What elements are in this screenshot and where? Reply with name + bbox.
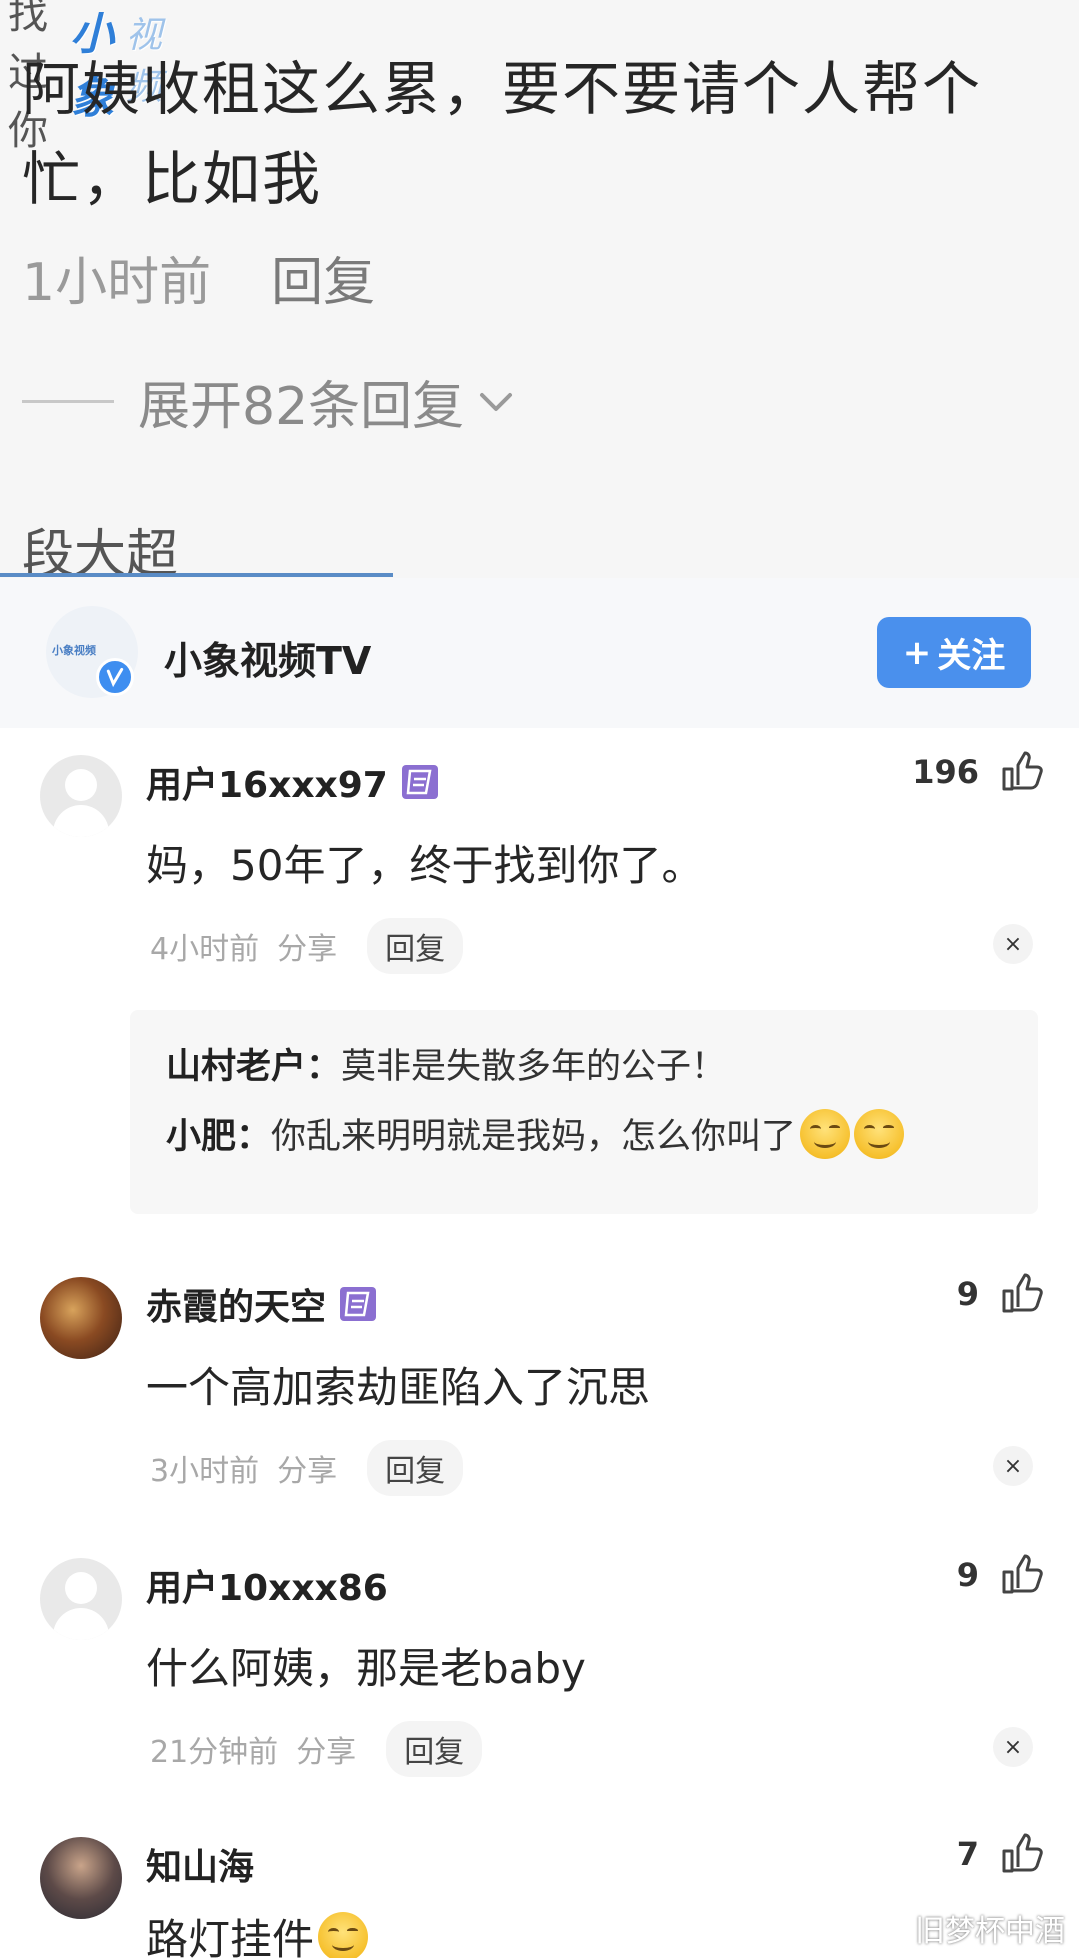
username: 赤霞的天空 xyxy=(146,1287,327,1328)
share-link[interactable]: 分享 xyxy=(296,1727,356,1771)
follow-label: 关注 xyxy=(937,636,1006,676)
reply-item: 山村老户： 莫非是失散多年的公子！ xyxy=(166,1038,726,1089)
comment-item: 赤霞的天空 9 一个高加索劫匪陷入了沉思 3小时前 分享 回复 × xyxy=(0,1262,1079,1502)
username: 知山海 xyxy=(146,1847,255,1888)
comment-text: 什么阿姨，那是老baby xyxy=(146,1644,586,1693)
reply-link[interactable]: 回复 xyxy=(271,240,375,315)
reply-author: 山村老户： xyxy=(166,1047,342,1087)
comment-text: 阿姨收租这么累，要不要请个人帮个忙，比如我 xyxy=(22,55,983,213)
chevron-down-icon xyxy=(480,392,513,411)
comment-time: 1小时前 xyxy=(22,253,212,313)
like-count: 196 xyxy=(912,753,979,791)
channel-name[interactable]: 小象视频TV xyxy=(164,630,371,685)
level-badge-icon xyxy=(340,1287,377,1321)
divider-line xyxy=(22,400,114,403)
comment-user[interactable]: 用户10xxx86 xyxy=(146,1559,388,1611)
expand-replies-label: 展开82条回复 xyxy=(138,377,465,437)
comment-meta: 1小时前 回复 xyxy=(22,240,375,315)
like-count: 7 xyxy=(956,1835,979,1873)
reply-button[interactable]: 回复 xyxy=(367,1440,464,1496)
comment-meta: 4小时前 分享 回复 xyxy=(150,918,464,974)
like-count: 9 xyxy=(956,1556,979,1594)
reply-text: 你乱来明明就是我妈，怎么你叫了 xyxy=(271,1117,797,1157)
expand-replies-button[interactable]: 展开82条回复 xyxy=(22,364,514,439)
comment-meta: 3小时前 分享 回复 xyxy=(150,1440,464,1496)
username: 用户16xxx97 xyxy=(146,765,388,806)
comment-item: 用户16xxx97 196 妈，50年了，终于找到你了。 4小时前 分享 回复 … xyxy=(0,740,1079,1230)
like-count: 9 xyxy=(956,1275,979,1313)
share-link[interactable]: 分享 xyxy=(277,1446,337,1490)
channel-header: 小象视频 小象视频TV + 关注 xyxy=(0,578,1079,728)
corner-watermark: 旧梦杯中酒 xyxy=(915,1914,1065,1949)
comment-user[interactable]: 赤霞的天空 xyxy=(146,1278,378,1330)
comment-text: 路灯挂件 xyxy=(146,1906,369,1958)
emoji-smirk-icon xyxy=(854,1108,905,1159)
like-icon xyxy=(1002,751,1043,791)
comment-item: 用户10xxx86 9 什么阿姨，那是老baby 21分钟前 分享 回复 × xyxy=(0,1543,1079,1783)
avatar[interactable] xyxy=(40,755,122,837)
comment-time: 4小时前 xyxy=(150,932,260,967)
selection-underline xyxy=(0,573,393,577)
reply-button[interactable]: 回复 xyxy=(367,918,464,974)
comment-text: 一个高加索劫匪陷入了沉思 xyxy=(146,1363,651,1412)
like-icon xyxy=(1002,1273,1043,1313)
comment-time: 3小时前 xyxy=(150,1454,260,1489)
like-button[interactable]: 9 xyxy=(957,1553,1043,1597)
comment-user[interactable]: 用户16xxx97 xyxy=(146,756,440,808)
avatar[interactable] xyxy=(40,1277,122,1359)
like-button[interactable]: 9 xyxy=(957,1272,1043,1316)
previous-comment-screenshot: 找过你 小象 视频 阿姨收租这么累，要不要请个人帮个忙，比如我 1小时前 回复 … xyxy=(0,0,1079,578)
reply-preview-box[interactable]: 山村老户： 莫非是失散多年的公子！ 小肥： 你乱来明明就是我妈，怎么你叫了 xyxy=(130,1010,1038,1214)
emoji-smirk-icon xyxy=(800,1108,851,1159)
comment-meta: 21分钟前 分享 回复 xyxy=(150,1721,483,1777)
close-icon[interactable]: × xyxy=(993,924,1033,964)
like-button[interactable]: 196 xyxy=(912,750,1043,794)
username: 用户10xxx86 xyxy=(146,1568,388,1609)
like-icon xyxy=(1002,1554,1043,1594)
reply-button[interactable]: 回复 xyxy=(386,1721,483,1777)
reply-author: 小肥： xyxy=(166,1117,272,1157)
like-button[interactable]: 7 xyxy=(957,1832,1043,1876)
comment-text-content: 路灯挂件 xyxy=(146,1915,315,1958)
avatar[interactable] xyxy=(40,1837,122,1919)
like-icon xyxy=(1002,1833,1043,1873)
share-link[interactable]: 分享 xyxy=(277,924,337,968)
reply-item: 小肥： 你乱来明明就是我妈，怎么你叫了 xyxy=(166,1108,905,1159)
comment-user[interactable]: 知山海 xyxy=(146,1838,254,1890)
plus-icon: + xyxy=(902,632,932,673)
close-icon[interactable]: × xyxy=(993,1727,1033,1767)
channel-avatar-text: 小象视频 xyxy=(52,644,96,657)
emoji-smirk-icon xyxy=(318,1911,369,1958)
reply-text: 莫非是失散多年的公子！ xyxy=(341,1047,727,1087)
level-badge-icon xyxy=(401,765,438,799)
comment-text: 妈，50年了，终于找到你了。 xyxy=(146,841,704,890)
avatar[interactable] xyxy=(40,1558,122,1640)
comment-time: 21分钟前 xyxy=(150,1735,279,1770)
verified-badge-icon xyxy=(96,658,134,696)
close-icon[interactable]: × xyxy=(993,1446,1033,1486)
follow-button[interactable]: + 关注 xyxy=(877,617,1031,688)
next-comment-author: 段大超 xyxy=(22,525,179,578)
